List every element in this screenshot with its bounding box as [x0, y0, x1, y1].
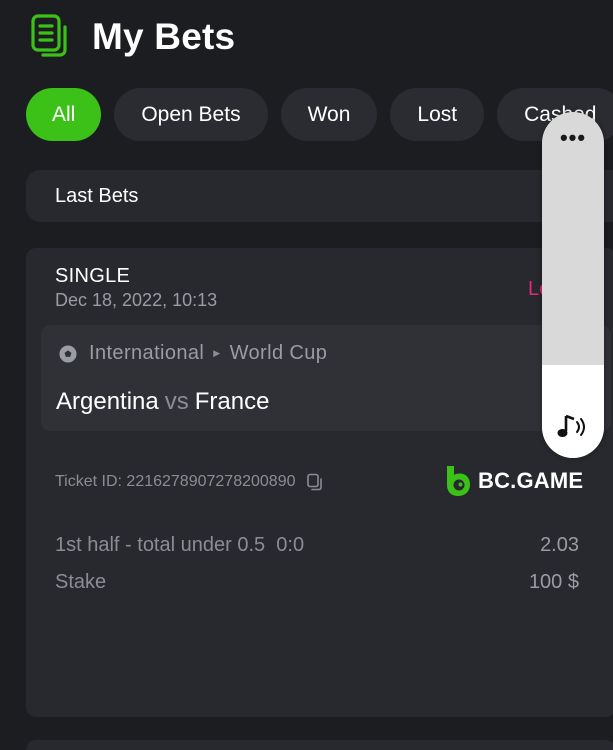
page-title: My Bets — [92, 16, 236, 57]
caret-right-icon: ▶ — [213, 348, 221, 358]
score-label: 0:0 — [276, 534, 305, 556]
bc-game-logo-icon — [447, 466, 470, 496]
stake-label: Stake — [55, 571, 107, 593]
music-volume-icon — [557, 414, 585, 437]
away-team: France — [194, 388, 270, 415]
my-bets-screen: My Bets All Open Bets Won Lost Cashed La… — [0, 0, 613, 750]
copy-icon[interactable] — [306, 473, 324, 491]
soccer-ball-icon — [59, 344, 77, 363]
ticket-id: Ticket ID: 2216278907278200890 — [55, 473, 324, 491]
market-label: 1st half - total under 0.5 — [55, 534, 266, 556]
tab-all[interactable]: All — [26, 88, 102, 141]
match-info[interactable]: International ▶ World Cup Argentina vs Fra… — [41, 325, 611, 431]
tab-open-bets[interactable]: Open Bets — [114, 88, 268, 141]
ticket-id-text: Ticket ID: 2216278907278200890 — [55, 473, 296, 490]
stake-row: Stake 100 $ — [55, 571, 579, 594]
last-bets-label: Last Bets — [55, 184, 139, 207]
bet-card[interactable]: SINGLE Dec 18, 2022, 10:13 Lost Internat… — [26, 248, 613, 717]
selection-row: 1st half - total under 0.5 0:0 2.03 — [55, 534, 579, 557]
vs-label: vs — [164, 388, 189, 415]
brand-logo: BC.GAME — [444, 464, 583, 498]
tab-lost[interactable]: Lost — [390, 88, 485, 141]
teams: Argentina vs France — [56, 388, 269, 416]
league-name: World Cup — [229, 342, 328, 364]
volume-slider[interactable]: ••• — [542, 112, 604, 458]
last-bets-selector[interactable]: Last Bets — [26, 170, 613, 222]
bet-date: Dec 18, 2022, 10:13 — [55, 290, 218, 310]
more-options-icon[interactable]: ••• — [542, 127, 604, 149]
tab-won[interactable]: Won — [280, 88, 378, 141]
stake-value: 100 $ — [528, 571, 579, 593]
odds-value: 2.03 — [540, 534, 579, 556]
league-category: International — [89, 342, 205, 364]
page-header: My Bets — [30, 12, 235, 62]
market-line: 1st half - total under 0.5 0:0 — [55, 534, 304, 557]
brand-name: BC.GAME — [478, 468, 584, 493]
bet-type: SINGLE — [55, 265, 131, 287]
next-bet-card[interactable] — [26, 740, 613, 750]
league-breadcrumb: International ▶ World Cup — [59, 342, 327, 365]
bets-icon — [31, 14, 67, 57]
home-team: Argentina — [56, 388, 159, 415]
bet-filter-tabs: All Open Bets Won Lost Cashed — [26, 88, 613, 141]
